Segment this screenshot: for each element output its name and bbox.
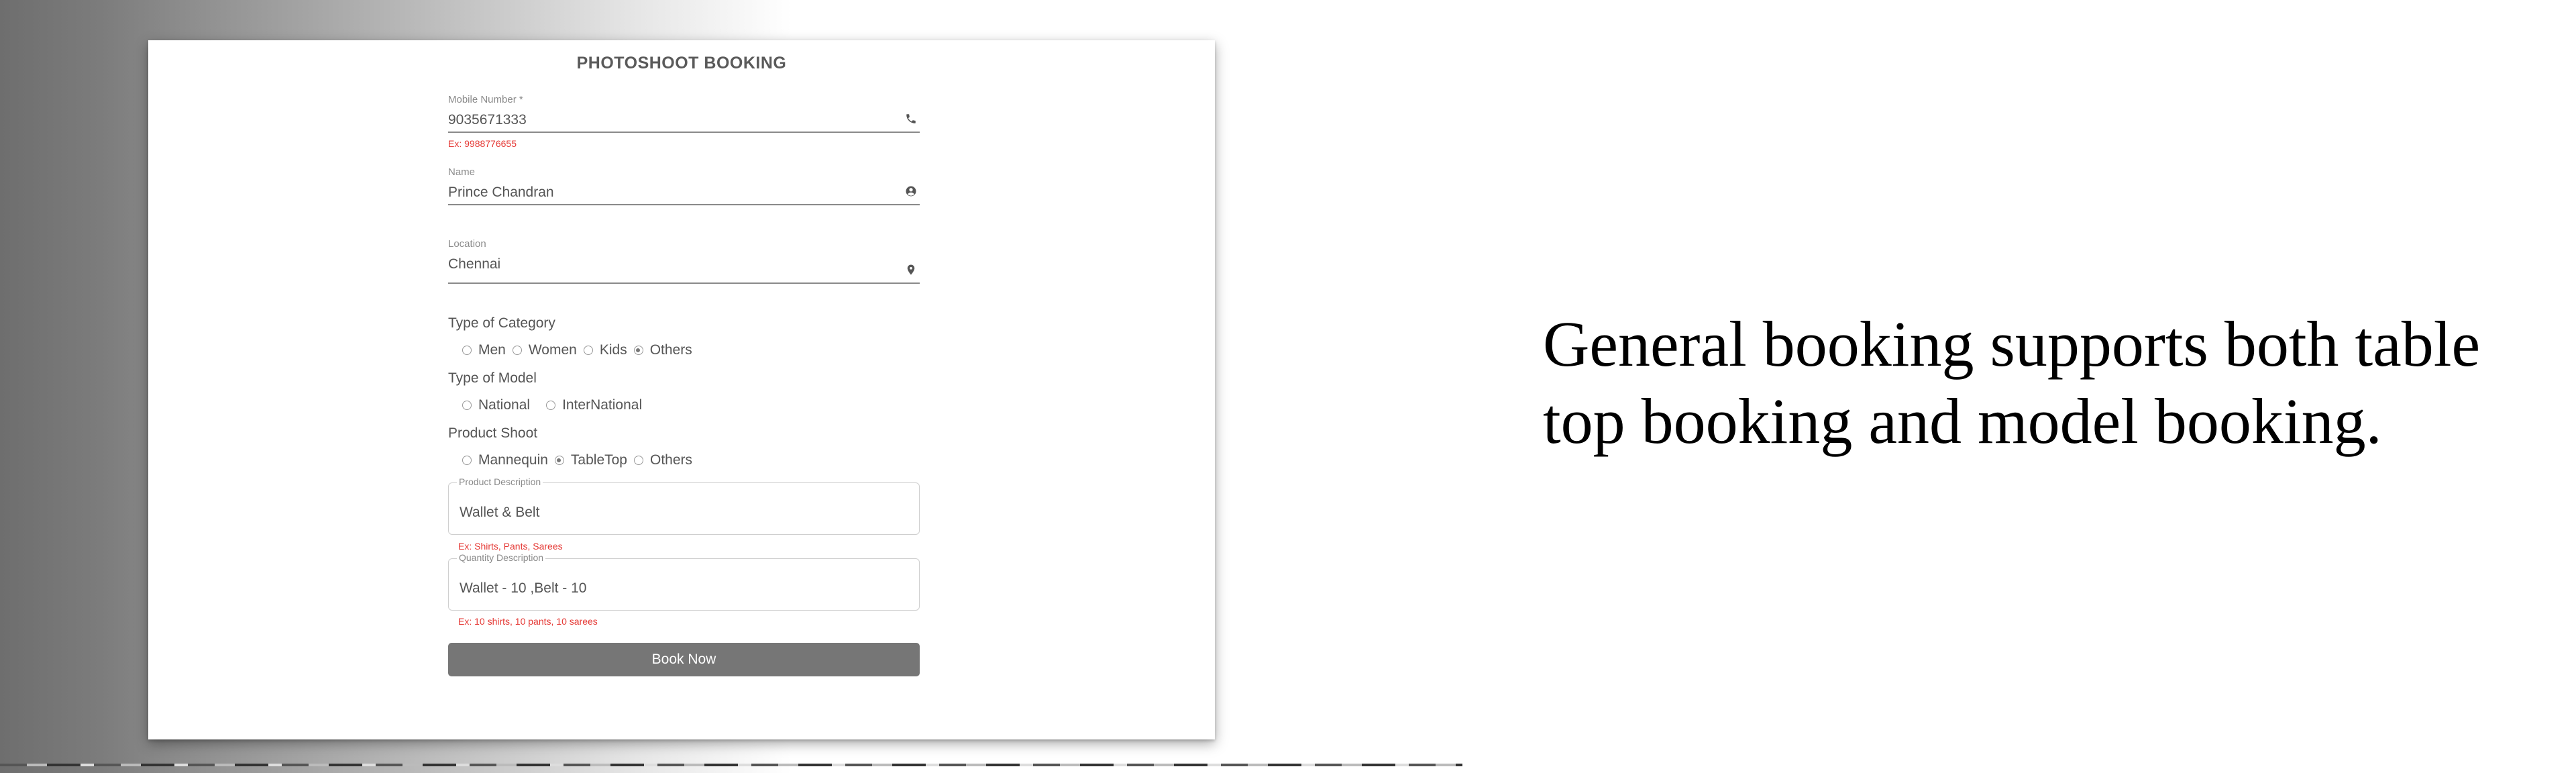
radio-button[interactable] — [554, 456, 564, 465]
phone-icon — [906, 114, 916, 123]
category-label: Type of Category — [448, 315, 555, 331]
quantity-description-field[interactable]: Quantity Description Wallet - 10 ,Belt -… — [448, 552, 920, 611]
radio-button[interactable] — [633, 456, 643, 465]
radio-button[interactable] — [583, 346, 593, 355]
account-circle-icon — [906, 186, 916, 197]
product-description-hint: Ex: Shirts, Pants, Sarees — [458, 541, 563, 552]
category-option-women[interactable]: Women — [512, 342, 577, 358]
category-option-men[interactable]: Men — [462, 342, 506, 358]
product-shoot-label: Product Shoot — [448, 425, 538, 441]
mobile-number-field[interactable]: Mobile Number * 9035671333 — [448, 94, 920, 134]
location-label: Location — [448, 238, 486, 250]
location-field[interactable]: Location Chennai — [448, 238, 920, 285]
bottom-strip — [0, 764, 1462, 766]
product-shoot-option-tabletop[interactable]: TableTop — [554, 452, 627, 468]
radio-button[interactable] — [633, 346, 643, 355]
product-shoot-option-others[interactable]: Others — [633, 452, 692, 468]
name-label: Name — [448, 166, 476, 178]
book-now-button[interactable]: Book Now — [448, 643, 920, 676]
radio-button[interactable] — [512, 346, 522, 355]
category-radio-group: Men Women Kids Others — [462, 342, 699, 358]
mobile-number-label: Mobile Number * — [448, 94, 523, 105]
product-description-input[interactable]: Wallet & Belt — [460, 505, 539, 521]
radio-button[interactable] — [546, 401, 556, 410]
model-option-national[interactable]: National — [462, 397, 530, 413]
model-option-international[interactable]: InterNational — [546, 397, 642, 413]
radio-button[interactable] — [462, 346, 472, 355]
location-input[interactable]: Chennai — [448, 256, 920, 272]
product-description-label: Product Description — [457, 476, 543, 487]
product-shoot-radio-group: Mannequin TableTop Others — [462, 452, 699, 468]
mobile-number-input[interactable]: 9035671333 — [448, 112, 920, 128]
radio-button[interactable] — [462, 456, 472, 465]
product-shoot-option-mannequin[interactable]: Mannequin — [462, 452, 548, 468]
category-option-others[interactable]: Others — [633, 342, 692, 358]
name-input[interactable]: Prince Chandran — [448, 185, 920, 201]
quantity-description-label: Quantity Description — [457, 552, 546, 563]
booking-form-card: PHOTOSHOOT BOOKING Mobile Number * 90356… — [148, 40, 1215, 739]
form-title: PHOTOSHOOT BOOKING — [576, 54, 787, 72]
caption-text: General booking supports both table top … — [1543, 308, 2481, 457]
name-field[interactable]: Name Prince Chandran — [448, 166, 920, 207]
location-pin-icon — [907, 264, 915, 275]
category-option-kids[interactable]: Kids — [583, 342, 627, 358]
mobile-number-hint: Ex: 9988776655 — [448, 138, 517, 149]
quantity-description-input[interactable]: Wallet - 10 ,Belt - 10 — [460, 580, 586, 597]
model-label: Type of Model — [448, 370, 537, 386]
name-underline — [448, 204, 920, 205]
product-description-field[interactable]: Product Description Wallet & Belt — [448, 476, 920, 535]
mobile-number-underline — [448, 132, 920, 133]
radio-button[interactable] — [462, 401, 472, 410]
model-radio-group: National InterNational — [462, 397, 649, 413]
quantity-description-hint: Ex: 10 shirts, 10 pants, 10 sarees — [458, 616, 598, 627]
location-underline — [448, 282, 920, 284]
